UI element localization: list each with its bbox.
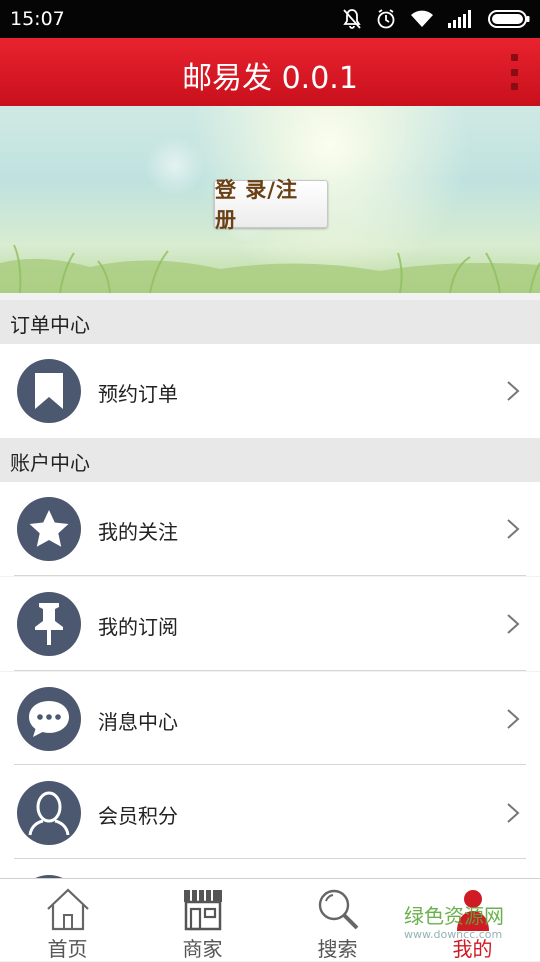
chat-bubble-icon <box>29 701 69 737</box>
watermark: 绿色资源网 www.downcc.com <box>404 904 522 941</box>
divider <box>14 670 526 671</box>
login-register-button[interactable]: 登 录/注 册 <box>214 178 328 232</box>
store-icon <box>183 890 222 931</box>
app-bar: 邮易发 0.0.1 <box>0 38 540 106</box>
tab-merchants[interactable]: 商家 <box>135 879 270 961</box>
alarm-clock-icon <box>377 9 395 29</box>
search-icon <box>318 889 358 930</box>
watermark-text: 绿色资源网 <box>404 904 504 928</box>
section-header-account: 账户中心 <box>0 438 540 482</box>
section-header-order: 订单中心 <box>0 300 540 344</box>
tab-label: 商家 <box>182 937 223 961</box>
tab-label: 首页 <box>47 937 88 961</box>
menu-item-label: 我的关注 <box>98 520 178 544</box>
app-title: 邮易发 0.0.1 <box>182 61 358 96</box>
profile-banner: 登 录/注 册 <box>0 106 540 293</box>
chevron-right-icon <box>507 381 520 401</box>
menu-item-label: 会员积分 <box>98 804 178 828</box>
tab-search[interactable]: 搜索 <box>270 879 405 961</box>
menu-item-label: 我的订阅 <box>98 615 178 639</box>
overflow-menu-icon[interactable] <box>508 54 520 90</box>
status-time: 15:07 <box>10 8 65 30</box>
menu-item-label: 预约订单 <box>98 382 178 406</box>
chevron-right-icon <box>507 519 520 539</box>
status-bar: 15:07 <box>0 0 540 38</box>
chevron-right-icon <box>507 803 520 823</box>
bookmark-icon <box>35 373 63 409</box>
divider <box>14 575 526 576</box>
menu-item-message-center[interactable]: 消息中心 <box>0 672 540 766</box>
menu-item-reservation-orders[interactable]: 预约订单 <box>0 344 540 438</box>
watermark-url: www.downcc.com <box>404 928 503 941</box>
signal-icon <box>448 10 471 28</box>
divider <box>14 764 526 765</box>
tab-label: 搜索 <box>317 937 358 961</box>
tab-home[interactable]: 首页 <box>0 879 135 961</box>
chevron-right-icon <box>507 614 520 634</box>
menu-item-member-points[interactable]: 会员积分 <box>0 766 540 860</box>
divider <box>14 858 526 859</box>
battery-icon <box>488 10 530 28</box>
wifi-icon <box>411 10 433 27</box>
menu-item-my-follows[interactable]: 我的关注 <box>0 482 540 576</box>
section-title: 订单中心 <box>10 313 90 337</box>
menu-item-partial[interactable] <box>0 860 540 939</box>
section-title: 账户中心 <box>10 451 90 475</box>
user-icon <box>28 791 70 836</box>
pin-icon <box>35 603 63 645</box>
menu-item-label: 消息中心 <box>98 710 178 734</box>
chevron-right-icon <box>507 709 520 729</box>
home-icon <box>46 888 89 931</box>
alarm-off-icon <box>343 9 361 29</box>
star-icon <box>29 510 69 547</box>
menu-item-my-subscriptions[interactable]: 我的订阅 <box>0 577 540 671</box>
